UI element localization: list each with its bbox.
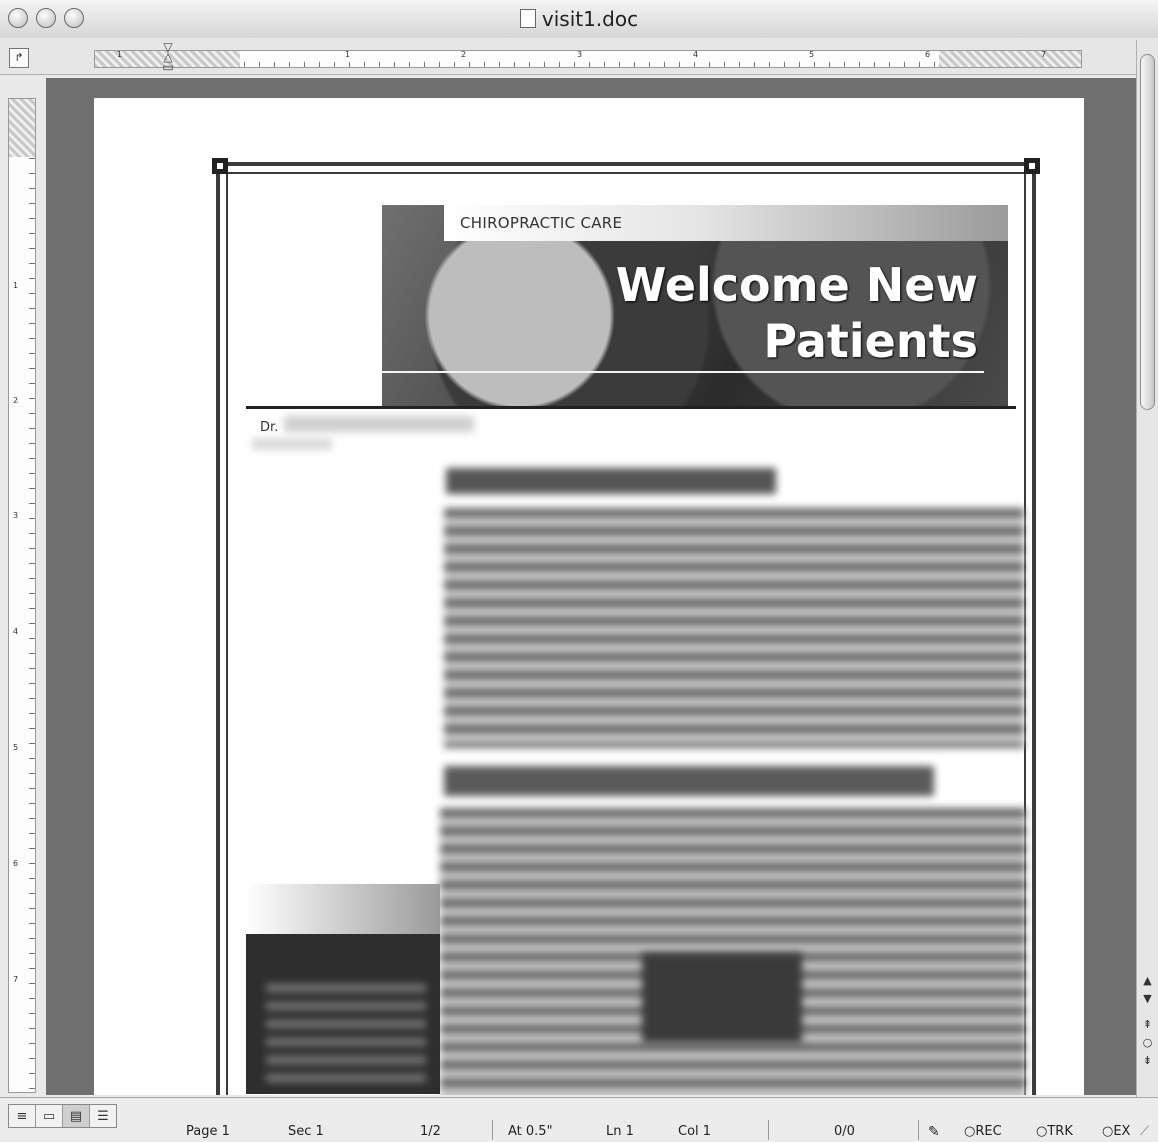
scroll-down-arrow-icon[interactable]: ▼: [1139, 990, 1156, 1007]
ruler-number: 7: [1041, 50, 1047, 59]
status-rec-label: REC: [975, 1124, 1002, 1139]
doctor-label: Dr.: [260, 420, 279, 435]
ruler-number: 3: [13, 511, 19, 520]
right-margin-area: [939, 51, 1081, 67]
status-page-of: 1/2: [420, 1124, 441, 1139]
banner-image[interactable]: CHIROPRACTIC CARE Welcome New Patients: [382, 205, 1008, 406]
status-trk[interactable]: ○TRK: [1036, 1124, 1073, 1139]
ruler-number: 4: [693, 50, 699, 59]
ruler-number: 1: [117, 50, 123, 59]
status-divider: [492, 1120, 493, 1140]
redacted-heading: [444, 766, 934, 796]
redacted-paragraph: [444, 508, 1024, 748]
status-column: Col 1: [678, 1124, 712, 1139]
redacted-name: [284, 416, 474, 432]
status-page: Page 1: [186, 1124, 230, 1139]
banner-subtitle: CHIROPRACTIC CARE: [460, 214, 623, 232]
window-title: visit1.doc: [0, 7, 1158, 31]
status-trk-label: TRK: [1047, 1124, 1073, 1139]
ruler-number: 6: [925, 50, 931, 59]
ruler-number: 5: [13, 743, 19, 752]
status-line: Ln 1: [606, 1124, 634, 1139]
resize-grip-icon[interactable]: ⟋: [1140, 1124, 1149, 1139]
document-icon: [519, 9, 536, 28]
normal-view-icon[interactable]: ≡: [9, 1105, 36, 1127]
status-ext-label: EX: [1113, 1124, 1131, 1139]
scroll-thumb[interactable]: [1140, 54, 1155, 410]
status-bar: ≡ ▭ ▤ ☰ Page 1 Sec 1 1/2 At 0.5" Ln 1 Co…: [0, 1097, 1158, 1142]
redacted-paragraph: [440, 808, 1026, 1095]
view-mode-buttons: ≡ ▭ ▤ ☰: [8, 1104, 117, 1128]
ruler-number: 1: [13, 281, 19, 290]
sidebar-gradient-box: [246, 884, 440, 934]
banner-title-line1: Welcome New: [615, 258, 978, 312]
top-margin-area: [9, 99, 35, 157]
status-rec[interactable]: ○REC: [964, 1124, 1002, 1139]
status-at: At 0.5": [508, 1124, 553, 1139]
outline-view-icon[interactable]: ☰: [90, 1105, 116, 1127]
ruler-number: 6: [13, 859, 19, 868]
ruler-number: 7: [13, 975, 19, 984]
horizontal-ruler-bar: ↱ 1 1 2 3 4 5 6 7 ▽ △ ▭: [0, 38, 1158, 75]
status-word-count: 0/0: [834, 1124, 855, 1139]
window-title-text: visit1.doc: [541, 7, 639, 31]
redacted-heading: [446, 468, 776, 494]
scroll-up-arrow-icon[interactable]: ▲: [1139, 972, 1156, 989]
ruler-number: 3: [577, 50, 583, 59]
browse-object-icon[interactable]: ○: [1139, 1034, 1156, 1051]
redacted-photo: [642, 953, 802, 1043]
spelling-grammar-icon[interactable]: ✎: [928, 1124, 940, 1140]
ruler-number: 2: [461, 50, 467, 59]
previous-page-icon[interactable]: ⇞: [1139, 1016, 1156, 1033]
banner-title-line2: Patients: [763, 314, 978, 368]
status-divider: [768, 1120, 769, 1140]
tab-stop-selector[interactable]: ↱: [9, 48, 29, 68]
redacted-text: [252, 438, 332, 450]
document-page[interactable]: CHIROPRACTIC CARE Welcome New Patients D…: [94, 98, 1084, 1095]
selection-handle[interactable]: [212, 158, 228, 174]
document-canvas[interactable]: CHIROPRACTIC CARE Welcome New Patients D…: [46, 78, 1136, 1095]
horizontal-ruler[interactable]: 1 1 2 3 4 5 6 7: [94, 50, 1082, 68]
next-page-icon[interactable]: ⇟: [1139, 1052, 1156, 1069]
status-section: Sec 1: [288, 1124, 324, 1139]
status-ext[interactable]: ○EX: [1102, 1124, 1130, 1139]
vertical-ruler[interactable]: 1 2 3 4 5 6 7: [8, 98, 36, 1093]
window-title-bar: visit1.doc: [0, 0, 1158, 39]
online-layout-view-icon[interactable]: ▭: [36, 1105, 63, 1127]
indent-marker[interactable]: ▽ △ ▭: [162, 41, 174, 73]
ruler-number: 4: [13, 627, 19, 636]
vertical-scrollbar[interactable]: ▲ ▼ ⇞ ○ ⇟: [1136, 40, 1158, 1097]
ruler-number: 1: [345, 50, 351, 59]
selection-handle[interactable]: [1024, 158, 1040, 174]
banner-rule: [382, 371, 984, 373]
status-divider: [918, 1120, 919, 1140]
page-layout-view-icon[interactable]: ▤: [63, 1105, 90, 1127]
banner-title: Welcome New Patients: [616, 257, 978, 369]
ruler-number: 2: [13, 396, 19, 405]
redacted-sidebar-text: [266, 984, 426, 1084]
ruler-number: 5: [809, 50, 815, 59]
header-separator: [246, 406, 1016, 409]
sidebar-dark-box: [246, 934, 440, 1094]
